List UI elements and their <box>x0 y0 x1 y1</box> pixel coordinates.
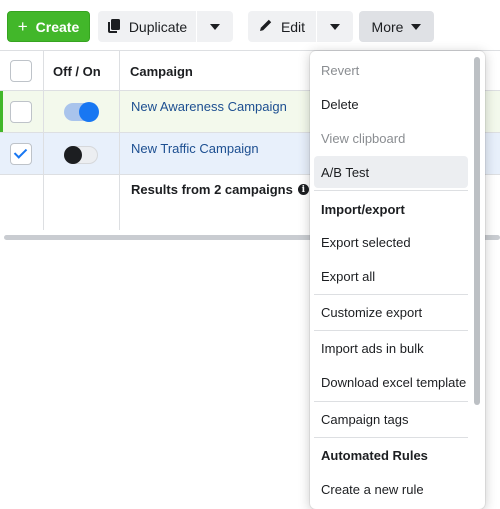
menu-divider <box>314 294 468 295</box>
column-divider <box>43 50 44 230</box>
duplicate-dropdown-button[interactable] <box>197 11 233 42</box>
plus-icon: + <box>17 17 28 36</box>
menu-item-create-new-rule[interactable]: Create a new rule <box>314 473 468 505</box>
duplicate-button[interactable]: Duplicate <box>98 11 196 42</box>
toggle-column-header: Off / On <box>53 64 101 79</box>
column-divider <box>119 50 120 230</box>
menu-item-revert[interactable]: Revert <box>314 54 468 86</box>
create-label: Create <box>35 18 80 35</box>
campaign-column-header[interactable]: Campaign <box>130 64 193 79</box>
menu-scrollbar[interactable] <box>474 57 480 405</box>
chevron-down-icon <box>411 23 422 30</box>
more-label: More <box>371 18 404 35</box>
edit-button[interactable]: Edit <box>248 11 316 42</box>
menu-item-export-all[interactable]: Export all <box>314 260 468 292</box>
info-icon[interactable]: i <box>297 184 309 195</box>
menu-divider <box>314 437 468 438</box>
menu-item-import-ads-bulk[interactable]: Import ads in bulk <box>314 332 468 364</box>
campaign-name-link[interactable]: New Traffic Campaign <box>131 141 259 156</box>
menu-item-customize-export[interactable]: Customize export <box>314 296 468 328</box>
menu-item-ab-test[interactable]: A/B Test <box>314 156 468 188</box>
menu-section-import-export: Import/export <box>321 201 405 217</box>
menu-divider <box>314 190 468 191</box>
results-summary-text: Results from 2 campaigns <box>131 182 293 197</box>
more-dropdown-menu: Revert Delete View clipboard A/B Test Im… <box>310 51 485 509</box>
edit-dropdown-button[interactable] <box>317 11 353 42</box>
row-checkbox[interactable] <box>10 101 32 123</box>
chevron-down-icon <box>210 23 220 30</box>
campaign-toggle[interactable] <box>64 146 98 164</box>
campaign-name-link[interactable]: New Awareness Campaign <box>131 99 287 114</box>
menu-item-export-selected[interactable]: Export selected <box>314 226 468 258</box>
edit-label: Edit <box>280 18 306 35</box>
menu-item-view-clipboard[interactable]: View clipboard <box>314 122 468 154</box>
toggle-knob <box>64 146 82 164</box>
menu-section-automated-rules: Automated Rules <box>321 447 428 463</box>
menu-item-delete[interactable]: Delete <box>314 88 468 120</box>
results-summary: Results from 2 campaigns i <box>131 182 309 197</box>
campaign-toggle[interactable] <box>64 102 99 122</box>
create-button[interactable]: + Create <box>7 11 90 42</box>
menu-item-download-excel-template[interactable]: Download excel template <box>314 366 468 398</box>
pencil-icon <box>259 18 273 35</box>
menu-divider <box>314 330 468 331</box>
toggle-knob <box>79 102 99 122</box>
menu-divider <box>314 401 468 402</box>
duplicate-label: Duplicate <box>128 18 188 35</box>
more-button[interactable]: More <box>359 11 434 42</box>
menu-item-campaign-tags[interactable]: Campaign tags <box>314 403 468 435</box>
row-checkbox[interactable] <box>10 143 32 165</box>
chevron-down-icon <box>330 23 340 30</box>
checkmark-icon <box>13 145 28 159</box>
select-all-checkbox[interactable] <box>10 60 32 82</box>
duplicate-icon <box>107 18 121 36</box>
toolbar: + Create Duplicate Edit More <box>0 0 500 50</box>
